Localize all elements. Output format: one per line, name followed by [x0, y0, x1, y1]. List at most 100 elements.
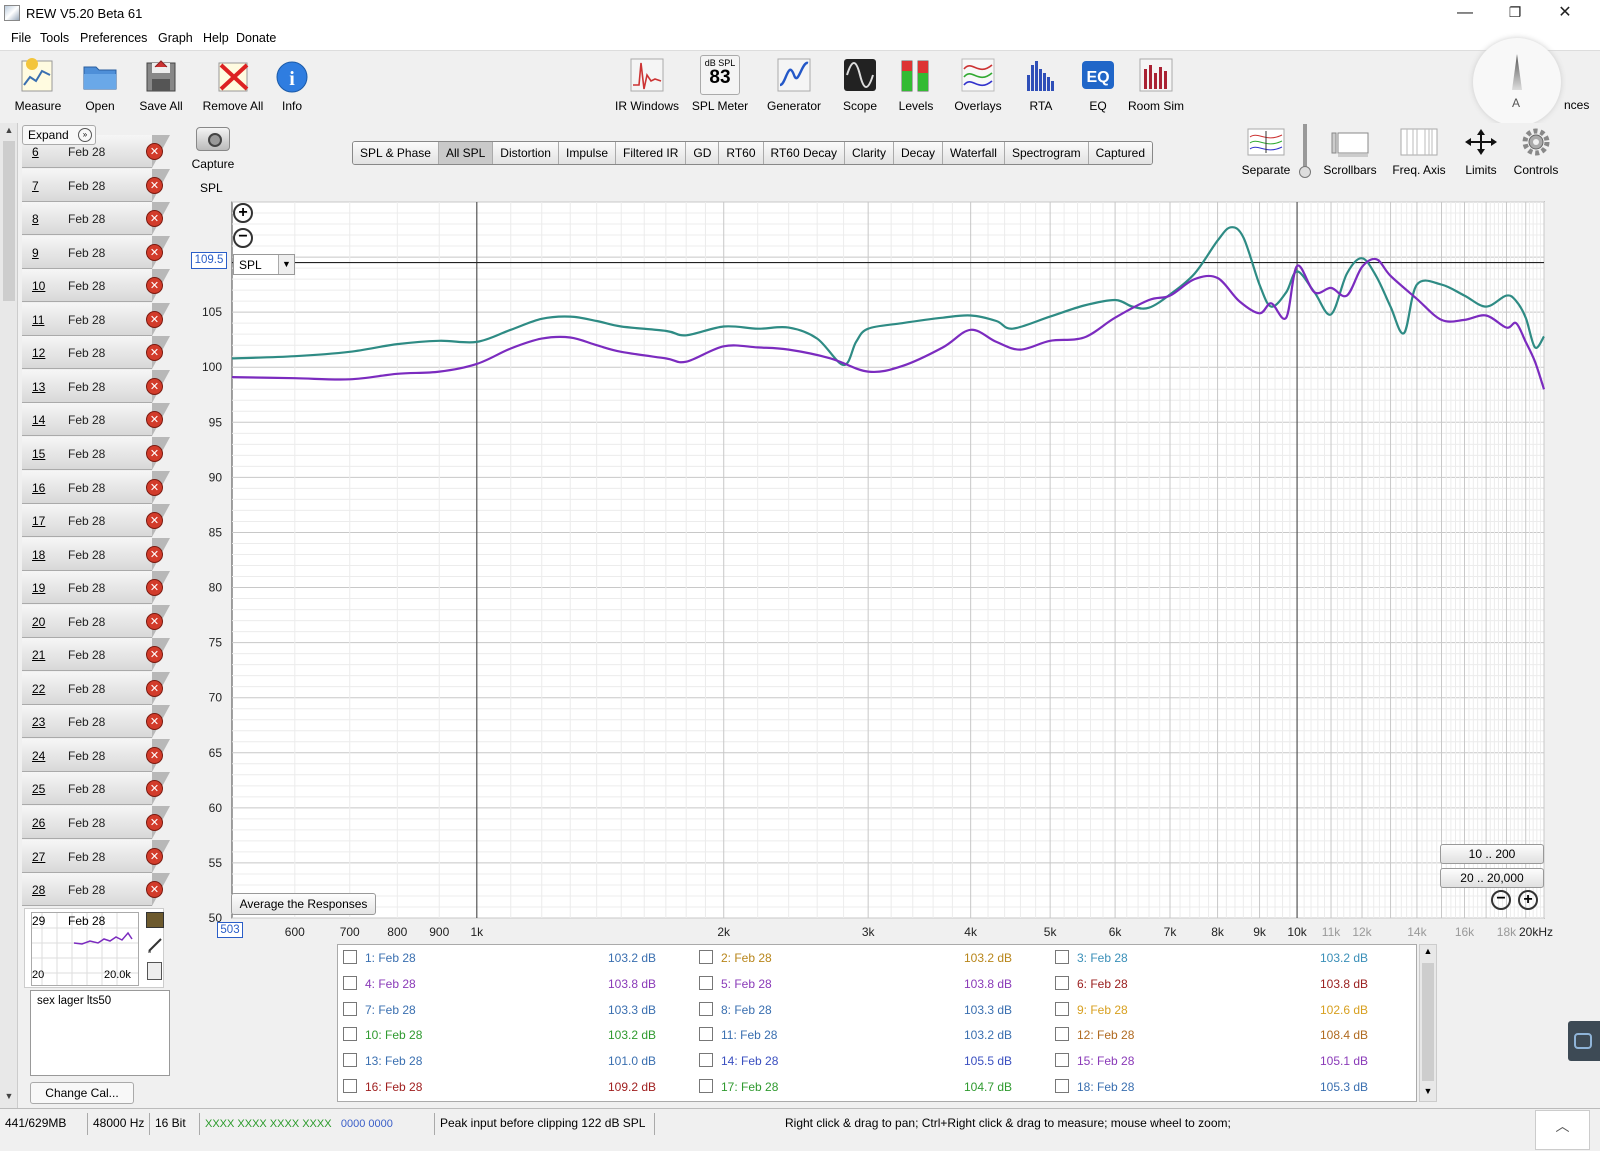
legend-entry[interactable]: 8: Feb 28 103.3 dB [699, 1001, 1039, 1020]
legend-entry[interactable]: 11: Feb 28 103.2 dB [699, 1027, 1039, 1045]
legend-checkbox[interactable] [343, 1027, 357, 1042]
separate-slider-track[interactable] [1303, 124, 1307, 172]
measurement-item[interactable]: 11 Feb 28 ✕ [22, 302, 178, 336]
legend-checkbox[interactable] [1055, 1053, 1069, 1068]
measurement-item[interactable]: 10 Feb 28 ✕ [22, 269, 178, 303]
legend-checkbox[interactable] [1055, 975, 1069, 990]
legend-entry[interactable]: 4: Feb 28 103.8 dB [343, 975, 683, 994]
remove-measurement-icon[interactable]: ✕ [146, 579, 163, 597]
restore-button[interactable]: ❐ [1490, 0, 1540, 27]
menu-graph[interactable]: Graph [158, 31, 193, 45]
expand-button[interactable]: Expand » [22, 125, 96, 145]
legend-entry[interactable]: 14: Feb 28 105.5 dB [699, 1053, 1039, 1071]
legend-scroll-down-arrow[interactable]: ▼ [1422, 1086, 1434, 1096]
remove-measurement-icon[interactable]: ✕ [146, 243, 163, 261]
legend-checkbox[interactable] [343, 1053, 357, 1068]
measurement-item[interactable]: 27 Feb 28 ✕ [22, 839, 178, 873]
measurement-item[interactable]: 9 Feb 28 ✕ [22, 235, 178, 269]
tab-impulse[interactable]: Impulse [558, 142, 617, 164]
legend-checkbox[interactable] [699, 1027, 713, 1042]
legend-entry[interactable]: 2: Feb 28 103.2 dB [699, 950, 1039, 968]
remove-measurement-icon[interactable]: ✕ [146, 746, 163, 764]
legend-checkbox[interactable] [1055, 1001, 1069, 1016]
legend-checkbox[interactable] [699, 950, 713, 964]
remove-measurement-icon[interactable]: ✕ [146, 679, 163, 697]
scroll-down-arrow[interactable]: ▼ [3, 1091, 15, 1105]
chevron-up-icon[interactable]: ︿ [1535, 1110, 1590, 1150]
range-20-20000-button[interactable]: 20 .. 20,000 [1440, 868, 1544, 888]
scrollbar-thumb[interactable] [3, 141, 15, 301]
measurement-item[interactable]: 13 Feb 28 ✕ [22, 369, 178, 403]
measurement-item[interactable]: 12 Feb 28 ✕ [22, 336, 178, 370]
legend-entry[interactable]: 15: Feb 28 105.1 dB [1055, 1053, 1395, 1071]
preferences-label[interactable]: nces [1564, 98, 1589, 112]
remove-all-button[interactable]: Remove All [200, 55, 266, 113]
tab-captured[interactable]: Captured [1088, 142, 1153, 164]
x-zoom-out-icon[interactable]: − [1491, 890, 1511, 910]
remove-measurement-icon[interactable]: ✕ [146, 847, 163, 865]
tab-clarity[interactable]: Clarity [845, 142, 895, 164]
remove-measurement-icon[interactable]: ✕ [146, 545, 163, 563]
save-all-button[interactable]: Save All [134, 55, 188, 113]
measurement-item[interactable]: 17 Feb 28 ✕ [22, 504, 178, 538]
menu-preferences[interactable]: Preferences [80, 31, 147, 45]
tab-filtered-ir[interactable]: Filtered IR [616, 142, 687, 164]
legend-checkbox[interactable] [343, 950, 357, 964]
legend-entry[interactable]: 6: Feb 28 103.8 dB [1055, 975, 1395, 994]
legend-entry[interactable]: 16: Feb 28 109.2 dB [343, 1079, 683, 1097]
legend-entry[interactable]: 5: Feb 28 103.8 dB [699, 975, 1039, 994]
remove-measurement-icon[interactable]: ✕ [146, 814, 163, 831]
remove-measurement-icon[interactable]: ✕ [146, 310, 163, 328]
remove-measurement-icon[interactable]: ✕ [146, 478, 163, 496]
room-sim-button[interactable]: Room Sim [1126, 55, 1186, 113]
menu-tools[interactable]: Tools [40, 31, 69, 45]
measure-button[interactable]: Measure [10, 55, 66, 113]
legend-checkbox[interactable] [343, 1001, 357, 1016]
remove-measurement-icon[interactable]: ✕ [146, 881, 163, 899]
legend-entry[interactable]: 17: Feb 28 104.7 dB [699, 1079, 1039, 1097]
generator-button[interactable]: Generator [762, 55, 826, 113]
tab-rt60[interactable]: RT60 [719, 142, 764, 164]
menu-donate[interactable]: Donate [236, 31, 276, 45]
chevron-down-icon[interactable]: ▼ [278, 255, 294, 274]
limits-button[interactable]: Limits [1460, 127, 1502, 177]
measurement-item[interactable]: 28 Feb 28 ✕ [22, 873, 178, 907]
legend-checkbox[interactable] [699, 975, 713, 990]
open-button[interactable]: Open [76, 55, 124, 113]
rta-button[interactable]: RTA [1018, 55, 1064, 113]
legend-checkbox[interactable] [699, 1079, 713, 1093]
measurement-item[interactable]: 18 Feb 28 ✕ [22, 537, 178, 571]
plot-area[interactable] [231, 201, 1545, 919]
selected-measurement-panel[interactable]: 29 Feb 28 20 20.0k sex lager lts50 Chang… [22, 908, 178, 1108]
minimize-button[interactable]: — [1440, 0, 1490, 27]
remove-measurement-icon[interactable]: ✕ [146, 377, 163, 395]
zoom-in-icon[interactable]: + [233, 203, 253, 223]
range-10-200-button[interactable]: 10 .. 200 [1440, 844, 1544, 864]
measurement-item[interactable]: 15 Feb 28 ✕ [22, 436, 178, 470]
legend-entry[interactable]: 3: Feb 28 103.2 dB [1055, 950, 1395, 968]
legend-checkbox[interactable] [699, 1053, 713, 1068]
tab-decay[interactable]: Decay [894, 142, 944, 164]
preferences-dial[interactable]: A [1473, 38, 1561, 126]
measurement-item[interactable]: 8 Feb 28 ✕ [22, 202, 178, 236]
remove-measurement-icon[interactable]: ✕ [146, 143, 163, 160]
close-button[interactable]: ✕ [1540, 0, 1590, 27]
scope-button[interactable]: Scope [836, 55, 884, 113]
controls-button[interactable]: Controls [1510, 127, 1562, 177]
measurement-item[interactable]: 19 Feb 28 ✕ [22, 571, 178, 605]
legend-entry[interactable]: 18: Feb 28 105.3 dB [1055, 1079, 1395, 1097]
remove-measurement-icon[interactable]: ✕ [146, 444, 163, 462]
legend-scroll-up-arrow[interactable]: ▲ [1422, 946, 1434, 956]
capture-button[interactable]: Capture [190, 127, 236, 171]
legend-entry[interactable]: 12: Feb 28 108.4 dB [1055, 1027, 1395, 1045]
eq-button[interactable]: EQ EQ [1076, 55, 1120, 113]
overlays-button[interactable]: Overlays [950, 55, 1006, 113]
pen-icon[interactable] [146, 936, 164, 954]
tab-distortion[interactable]: Distortion [493, 142, 559, 164]
legend-entry[interactable]: 13: Feb 28 101.0 dB [343, 1053, 683, 1071]
tab-spectrogram[interactable]: Spectrogram [1004, 142, 1089, 164]
legend-checkbox[interactable] [343, 1079, 357, 1093]
legend-scrollbar[interactable]: ▲ ▼ [1419, 944, 1437, 1102]
measurement-item[interactable]: 14 Feb 28 ✕ [22, 403, 178, 437]
remove-measurement-icon[interactable]: ✕ [146, 176, 163, 194]
